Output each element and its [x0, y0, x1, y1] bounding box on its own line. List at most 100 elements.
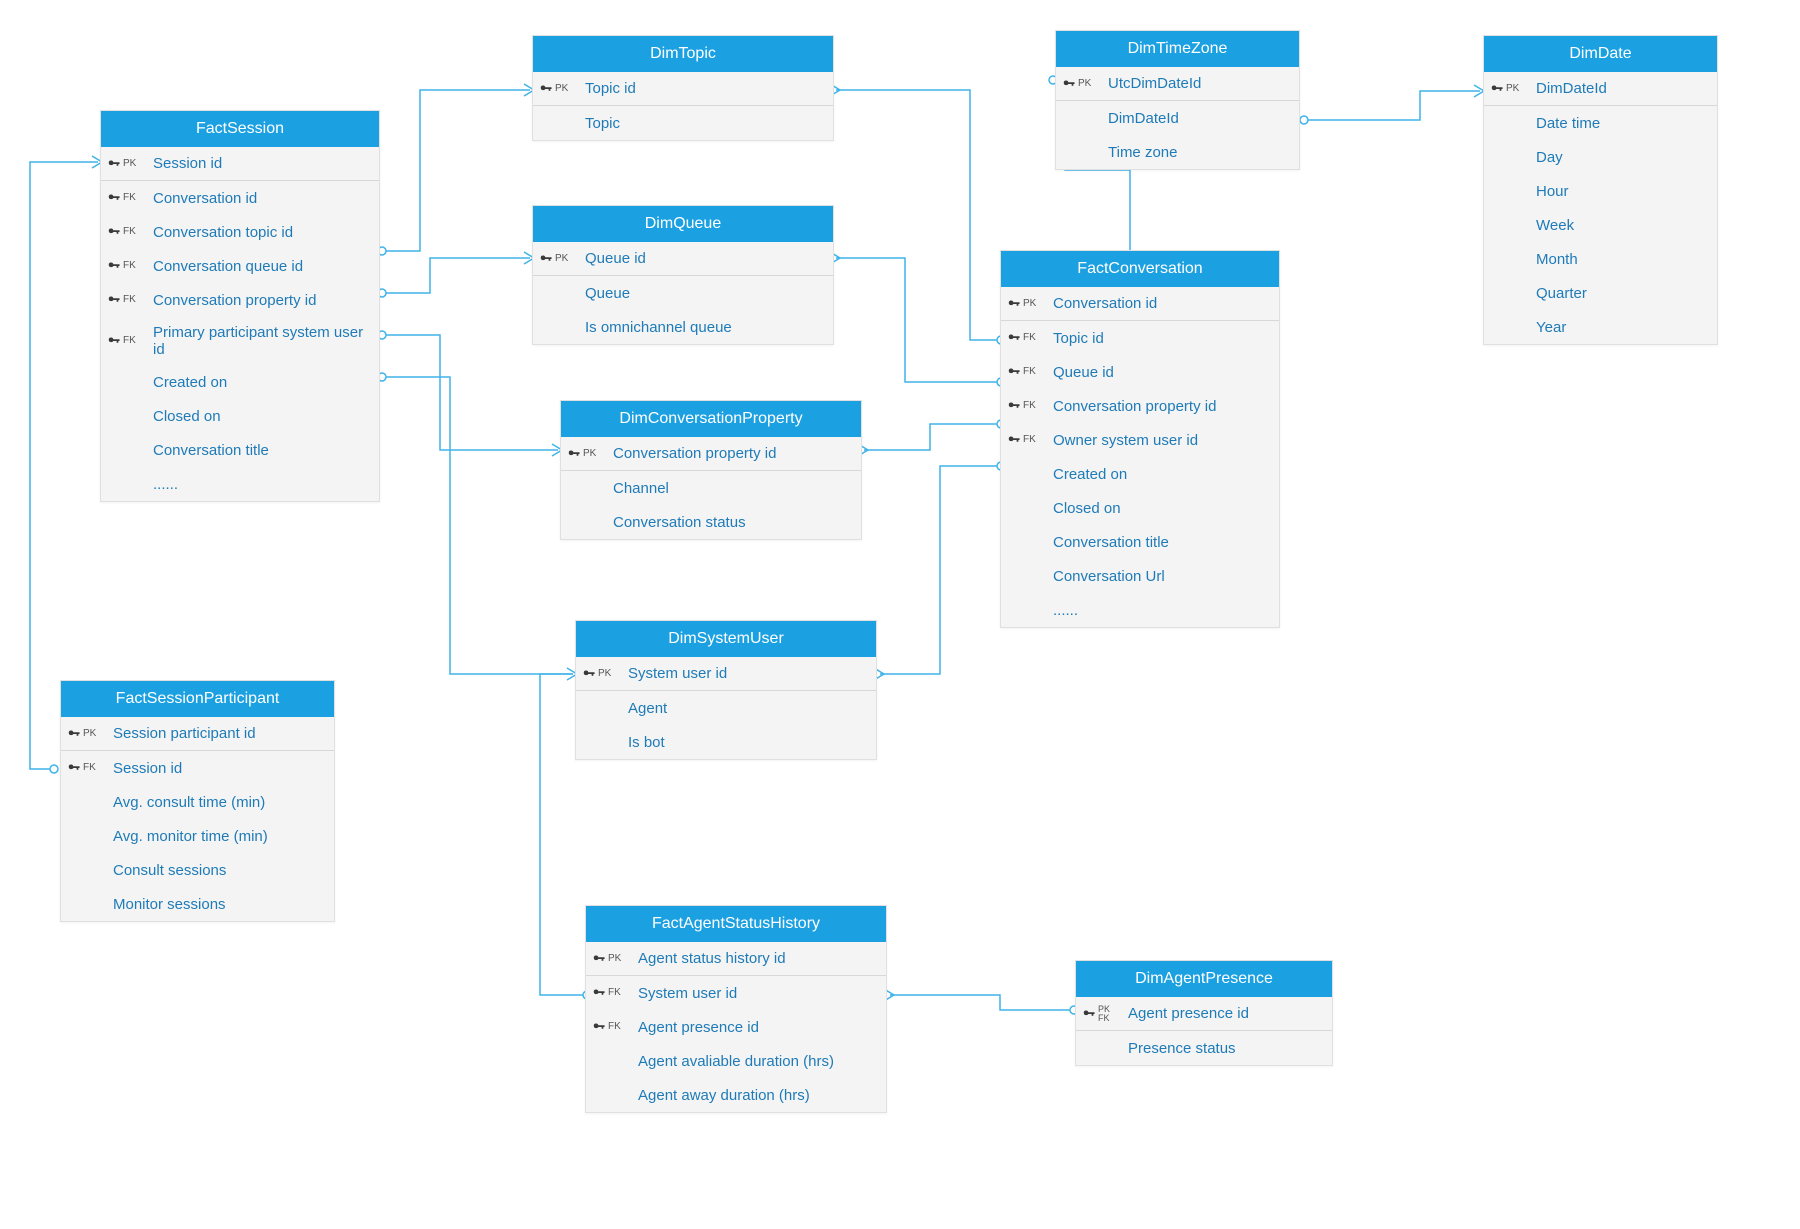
field-label: Day: [1536, 149, 1709, 166]
field-label: Owner system user id: [1053, 432, 1271, 449]
entity-field-row: PKSession id: [101, 147, 379, 181]
field-label: Quarter: [1536, 285, 1709, 302]
entity-field-row: Date time: [1484, 106, 1717, 140]
entity-field-row: Conversation Url: [1001, 559, 1279, 593]
key-indicator: PK: [107, 157, 153, 171]
entity-field-row: PKUtcDimDateId: [1056, 67, 1299, 101]
entity-field-row: ......: [1001, 593, 1279, 627]
entity-title: DimDate: [1484, 36, 1717, 72]
field-label: Created on: [1053, 466, 1271, 483]
entity-field-row: FKConversation topic id: [101, 215, 379, 249]
field-label: Session participant id: [113, 725, 326, 742]
field-label: Conversation queue id: [153, 258, 371, 275]
field-label: Month: [1536, 251, 1709, 268]
key-indicator: PK: [592, 952, 638, 966]
key-indicator: FK: [1007, 365, 1053, 379]
entity-field-row: Conversation title: [101, 433, 379, 467]
field-label: Conversation status: [613, 514, 853, 531]
field-label: Agent presence id: [1128, 1005, 1324, 1022]
field-label: Conversation topic id: [153, 224, 371, 241]
field-label: Topic: [585, 115, 825, 132]
field-label: Monitor sessions: [113, 896, 326, 913]
entity-field-row: ......: [101, 467, 379, 501]
entity-field-row: Week: [1484, 208, 1717, 242]
entity-field-row: PKTopic id: [533, 72, 833, 106]
field-label: Time zone: [1108, 144, 1291, 161]
entity-field-row: PKConversation id: [1001, 287, 1279, 321]
field-label: Conversation id: [153, 190, 371, 207]
entity-field-row: FKPrimary participant system user id: [101, 317, 379, 365]
entity-field-row: Closed on: [101, 399, 379, 433]
key-indicator: FK: [107, 191, 153, 205]
field-label: Closed on: [153, 408, 371, 425]
entity-title: DimSystemUser: [576, 621, 876, 657]
field-label: Is omnichannel queue: [585, 319, 825, 336]
entity-field-row: Agent: [576, 691, 876, 725]
entity-field-row: PKFKAgent presence id: [1076, 997, 1332, 1031]
entity-dimsystemuser: DimSystemUser PKSystem user idAgentIs bo…: [575, 620, 877, 760]
field-label: Session id: [153, 155, 371, 172]
key-indicator: FK: [1007, 331, 1053, 345]
entity-field-row: Day: [1484, 140, 1717, 174]
entity-field-row: Is omnichannel queue: [533, 310, 833, 344]
field-label: Consult sessions: [113, 862, 326, 879]
entity-field-row: PKQueue id: [533, 242, 833, 276]
field-label: Conversation property id: [153, 292, 371, 309]
field-label: UtcDimDateId: [1108, 75, 1291, 92]
key-indicator: FK: [592, 1020, 638, 1034]
entity-title: DimTimeZone: [1056, 31, 1299, 67]
field-label: Presence status: [1128, 1040, 1324, 1057]
entity-title: FactConversation: [1001, 251, 1279, 287]
entity-dimtopic: DimTopic PKTopic idTopic: [532, 35, 834, 141]
entity-field-row: Conversation title: [1001, 525, 1279, 559]
entity-field-row: FKConversation property id: [101, 283, 379, 317]
entity-field-row: Time zone: [1056, 135, 1299, 169]
entity-field-row: Consult sessions: [61, 853, 334, 887]
key-indicator: PK: [67, 727, 113, 741]
entity-field-row: Queue: [533, 276, 833, 310]
key-indicator: FK: [107, 334, 153, 348]
field-label: Queue id: [1053, 364, 1271, 381]
key-indicator: PK: [1490, 82, 1536, 96]
entity-field-row: Monitor sessions: [61, 887, 334, 921]
field-label: Conversation property id: [613, 445, 853, 462]
entity-field-row: FKConversation queue id: [101, 249, 379, 283]
key-indicator: FK: [1007, 433, 1053, 447]
field-label: Session id: [113, 760, 326, 777]
entity-title: DimConversationProperty: [561, 401, 861, 437]
entity-field-row: FKSystem user id: [586, 976, 886, 1010]
key-indicator: PK: [539, 252, 585, 266]
entity-field-row: Avg. consult time (min): [61, 785, 334, 819]
entity-field-row: Conversation status: [561, 505, 861, 539]
entity-dimconversationproperty: DimConversationProperty PKConversation p…: [560, 400, 862, 540]
entity-field-row: Topic: [533, 106, 833, 140]
key-indicator: FK: [107, 225, 153, 239]
field-label: DimDateId: [1536, 80, 1709, 97]
entity-field-row: FKConversation property id: [1001, 389, 1279, 423]
key-indicator: PK: [1007, 297, 1053, 311]
field-label: Conversation title: [153, 442, 371, 459]
field-label: Agent avaliable duration (hrs): [638, 1053, 878, 1070]
field-label: Conversation id: [1053, 295, 1271, 312]
key-indicator: PK: [1062, 77, 1108, 91]
entity-field-row: Presence status: [1076, 1031, 1332, 1065]
entity-field-row: PKAgent status history id: [586, 942, 886, 976]
entity-field-row: DimDateId: [1056, 101, 1299, 135]
field-label: Conversation title: [1053, 534, 1271, 551]
entity-title: FactAgentStatusHistory: [586, 906, 886, 942]
entity-field-row: PKConversation property id: [561, 437, 861, 471]
field-label: Is bot: [628, 734, 868, 751]
field-label: ......: [1053, 602, 1271, 619]
entity-title: FactSessionParticipant: [61, 681, 334, 717]
entity-title: DimQueue: [533, 206, 833, 242]
field-label: Created on: [153, 374, 371, 391]
key-indicator: PK: [539, 82, 585, 96]
field-label: Topic id: [585, 80, 825, 97]
key-indicator: FK: [592, 986, 638, 1000]
entity-field-row: FKSession id: [61, 751, 334, 785]
entity-dimtimezone: DimTimeZone PKUtcDimDateIdDimDateIdTime …: [1055, 30, 1300, 170]
entity-factagentstatushistory: FactAgentStatusHistory PKAgent status hi…: [585, 905, 887, 1113]
entity-factconversation: FactConversation PKConversation idFKTopi…: [1000, 250, 1280, 628]
entity-field-row: FKConversation id: [101, 181, 379, 215]
entity-field-row: PKSession participant id: [61, 717, 334, 751]
